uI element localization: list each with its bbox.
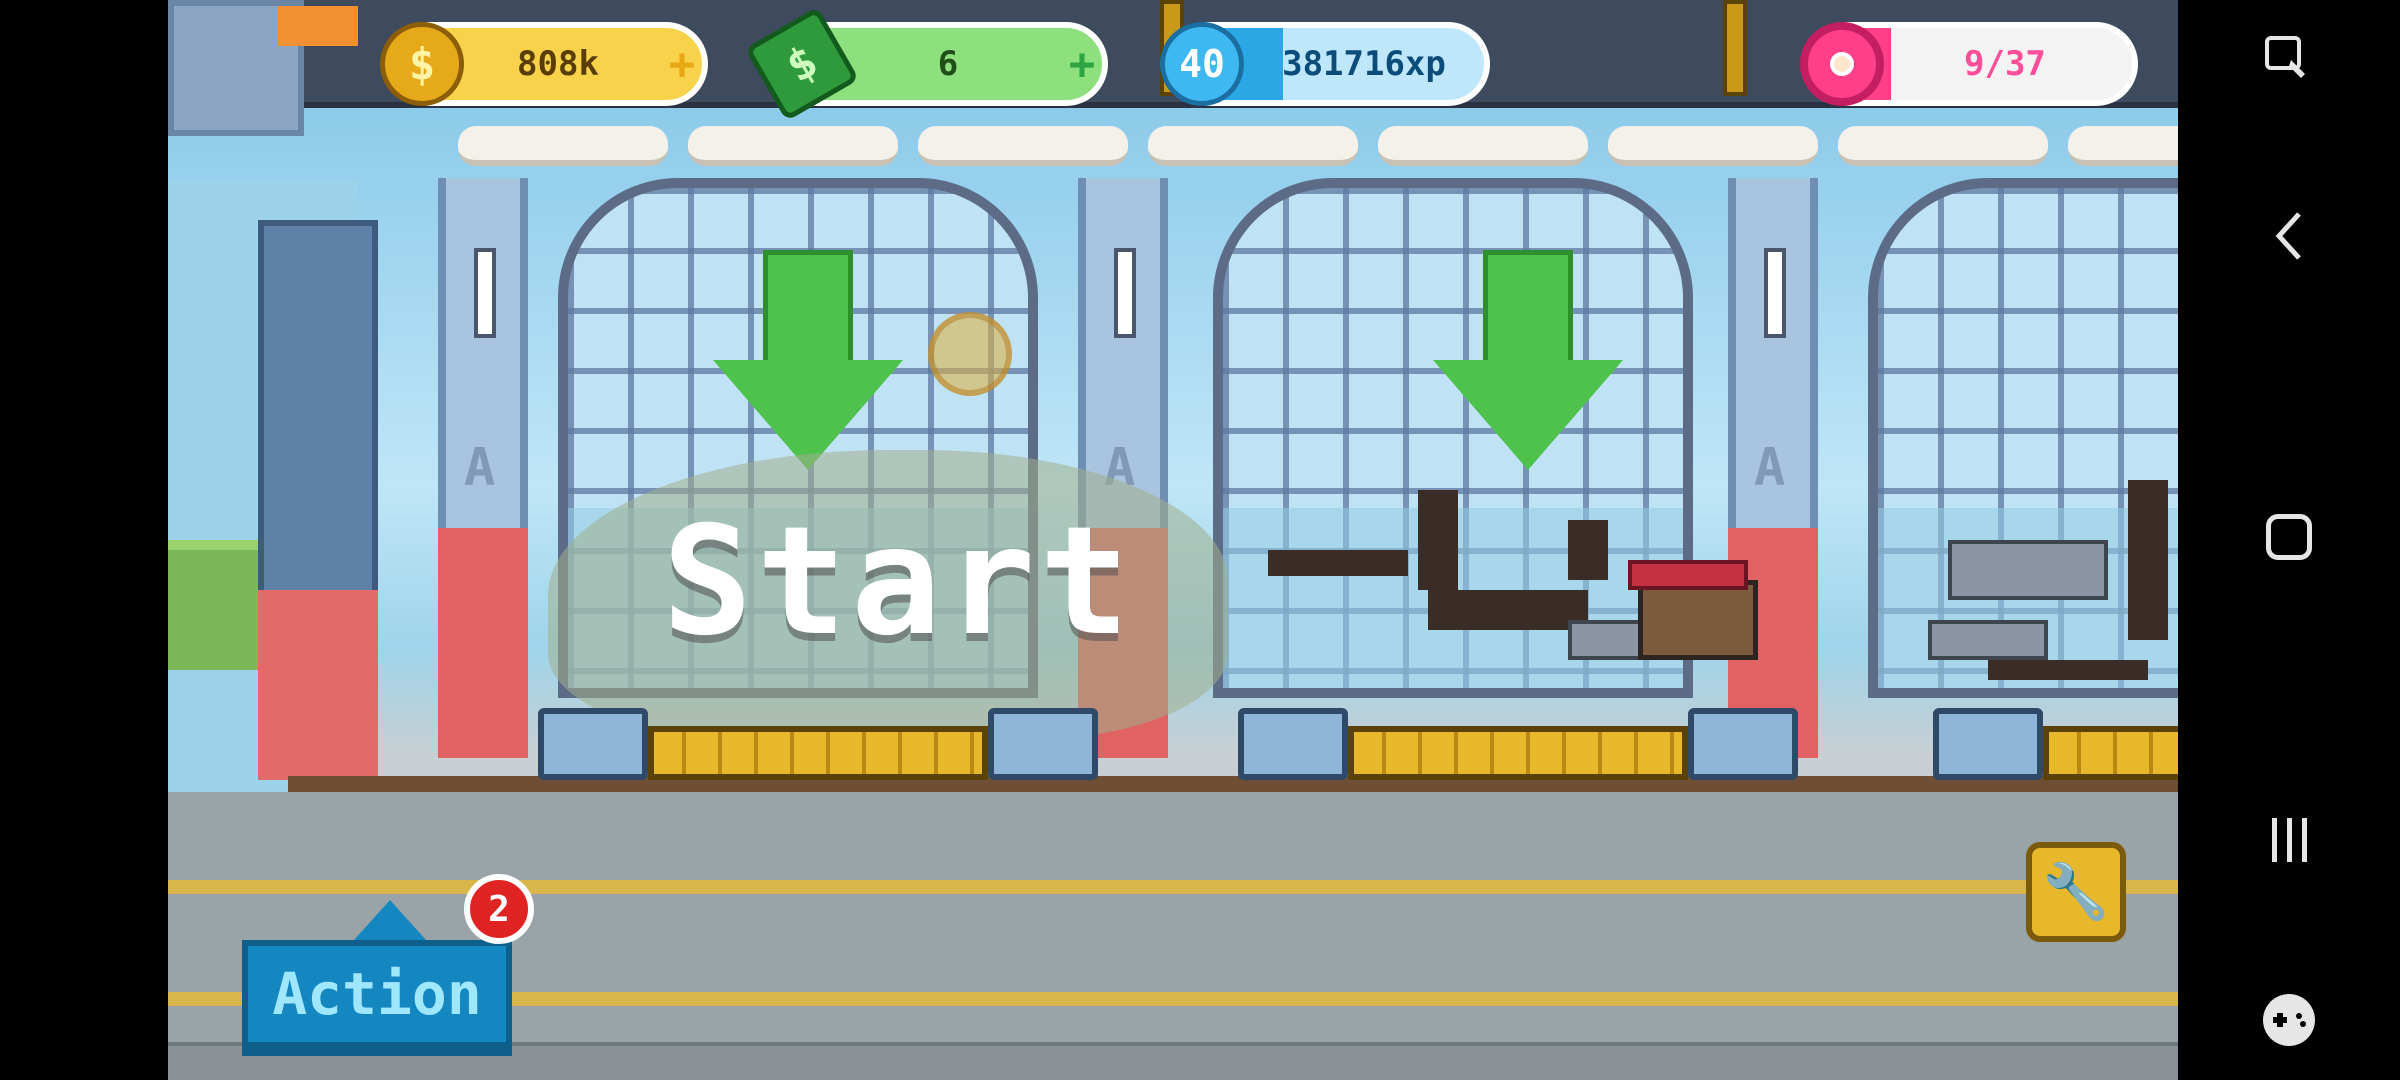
recents-button[interactable] — [2178, 780, 2400, 900]
column-red-panel — [438, 528, 528, 758]
home-button[interactable] — [2178, 477, 2400, 597]
start-button[interactable]: Start — [548, 495, 1248, 669]
ceiling-lamps — [458, 126, 2178, 174]
arrow-up-icon — [354, 900, 426, 940]
ghost-coin-icon — [928, 312, 1012, 396]
cart — [538, 708, 1098, 788]
ceiling-lamp — [688, 126, 898, 166]
donut-value: 9/37 — [1964, 44, 2046, 84]
cart — [1238, 708, 1798, 788]
game-viewport[interactable]: A A A Start $ 808k + $ 6 + 40 381716xp 9… — [168, 0, 2178, 1080]
game-tools-icon[interactable] — [2178, 960, 2400, 1080]
bay-column: A — [438, 178, 528, 758]
add-cash-button[interactable]: + — [1062, 39, 1102, 90]
ceiling-lamp — [458, 126, 668, 166]
left-wall — [168, 180, 378, 820]
ceiling-lamp — [1148, 126, 1358, 166]
arrow-down-icon — [1433, 250, 1623, 480]
screenshot-edit-icon[interactable] — [2178, 0, 2400, 120]
cash-counter[interactable]: $ 6 + — [744, 6, 1108, 122]
ceiling-lamp — [918, 126, 1128, 166]
ceiling-lamp — [1838, 126, 2048, 166]
xp-value: 381716xp — [1282, 44, 1446, 84]
bay-sign: A — [464, 438, 496, 498]
bush — [168, 540, 258, 670]
roof-pillar — [1723, 0, 1747, 96]
arrow-down-icon — [713, 250, 903, 480]
wall-light — [1114, 248, 1136, 338]
ceiling-lamp — [1608, 126, 1818, 166]
xp-bar: 40 381716xp — [1160, 22, 1490, 106]
wall-light — [474, 248, 496, 338]
ceiling-lamp — [2068, 126, 2178, 166]
home-square-icon — [2266, 514, 2312, 560]
wrench-icon[interactable]: 🔧 — [2026, 842, 2126, 942]
action-label: Action — [272, 960, 482, 1028]
coins-counter[interactable]: $ 808k + — [380, 22, 708, 106]
notification-badge: 2 — [464, 874, 534, 944]
system-nav-bar — [2178, 0, 2400, 1080]
machine-sprite-partial[interactable] — [1928, 480, 2178, 700]
back-chevron-icon[interactable] — [2178, 176, 2400, 296]
wall-red-panel — [258, 590, 378, 780]
dollar-coin-icon: $ — [380, 22, 464, 106]
profile-avatar[interactable] — [168, 0, 358, 136]
donut-counter[interactable]: 9/37 — [1800, 22, 2138, 106]
add-coins-button[interactable]: + — [662, 39, 702, 90]
ceiling-lamp — [1378, 126, 1588, 166]
recents-icon — [2271, 818, 2307, 862]
machine-sprite[interactable] — [1268, 480, 1768, 680]
action-button[interactable]: Action — [242, 900, 512, 1056]
cart — [1933, 708, 2178, 788]
wall-light — [1764, 248, 1786, 338]
corner-banner — [278, 6, 358, 46]
